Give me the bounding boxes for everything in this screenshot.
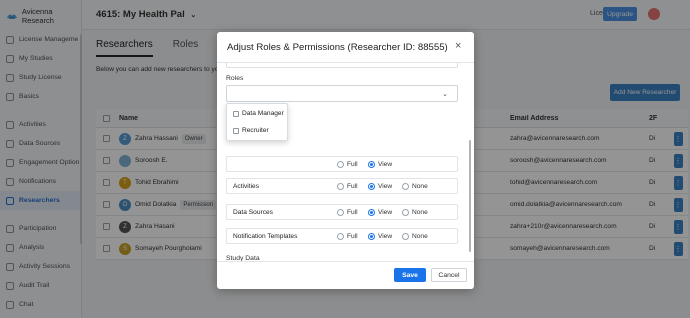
option-label: None <box>412 232 428 240</box>
role-option-data-manager[interactable]: Data Manager <box>233 110 284 117</box>
radio-full[interactable] <box>337 208 344 216</box>
save-button[interactable]: Save <box>394 268 426 282</box>
radio-none[interactable] <box>402 208 409 216</box>
permission-full-option[interactable]: Full <box>337 208 358 216</box>
radio-none[interactable] <box>402 232 409 240</box>
permission-row: Full View <box>226 156 458 172</box>
permission-label: Data Sources <box>233 208 273 216</box>
option-label: View <box>378 232 393 240</box>
permission-view-option[interactable]: View <box>368 208 393 216</box>
option-label: Full <box>347 182 358 190</box>
role-option-recruiter[interactable]: Recruiter <box>233 127 269 134</box>
option-label: View <box>378 208 393 216</box>
permission-view-option[interactable]: View <box>368 160 393 168</box>
divider <box>217 261 474 262</box>
radio-full[interactable] <box>337 182 344 190</box>
previous-field <box>226 63 458 68</box>
permission-row: Notification Templates Full View None <box>226 228 458 244</box>
option-label: Full <box>347 208 358 216</box>
roles-permissions-modal: Adjust Roles & Permissions (Researcher I… <box>217 32 474 289</box>
option-label: None <box>412 182 428 190</box>
radio-full[interactable] <box>337 232 344 240</box>
option-label: None <box>412 208 428 216</box>
permission-row: Data Sources Full View None <box>226 204 458 220</box>
cancel-button[interactable]: Cancel <box>431 268 467 282</box>
roles-dropdown-menu: Data Manager Recruiter <box>226 103 288 141</box>
option-label: View <box>378 160 393 168</box>
option-label: Full <box>347 232 358 240</box>
option-label: View <box>378 182 393 190</box>
role-option-label: Recruiter <box>242 127 269 134</box>
permission-none-option[interactable]: None <box>402 232 428 240</box>
roles-select[interactable]: ⌄ <box>226 85 458 102</box>
permission-label: Notification Templates <box>233 232 298 240</box>
close-icon[interactable]: × <box>455 40 461 52</box>
role-checkbox[interactable] <box>233 110 239 117</box>
radio-full[interactable] <box>337 160 344 168</box>
permission-none-option[interactable]: None <box>402 182 428 190</box>
modal-title: Adjust Roles & Permissions (Researcher I… <box>227 42 448 53</box>
modal-scrollbar[interactable] <box>469 140 471 252</box>
permission-view-option[interactable]: View <box>368 232 393 240</box>
radio-view[interactable] <box>368 182 375 190</box>
roles-label: Roles <box>226 75 244 82</box>
permission-full-option[interactable]: Full <box>337 232 358 240</box>
permission-none-option[interactable]: None <box>402 208 428 216</box>
role-checkbox[interactable] <box>233 127 239 134</box>
radio-view[interactable] <box>368 160 375 168</box>
option-label: Full <box>347 160 358 168</box>
radio-none[interactable] <box>402 182 409 190</box>
permission-full-option[interactable]: Full <box>337 160 358 168</box>
permission-label: Activities <box>233 182 260 190</box>
permission-full-option[interactable]: Full <box>337 182 358 190</box>
permission-view-option[interactable]: View <box>368 182 393 190</box>
chevron-down-icon: ⌄ <box>442 91 448 98</box>
modal-body: Roles ⌄ Full View Activities Full View None Da… <box>217 63 474 261</box>
role-option-label: Data Manager <box>242 110 284 117</box>
radio-view[interactable] <box>368 208 375 216</box>
radio-view[interactable] <box>368 232 375 240</box>
permission-row: Activities Full View None <box>226 178 458 194</box>
